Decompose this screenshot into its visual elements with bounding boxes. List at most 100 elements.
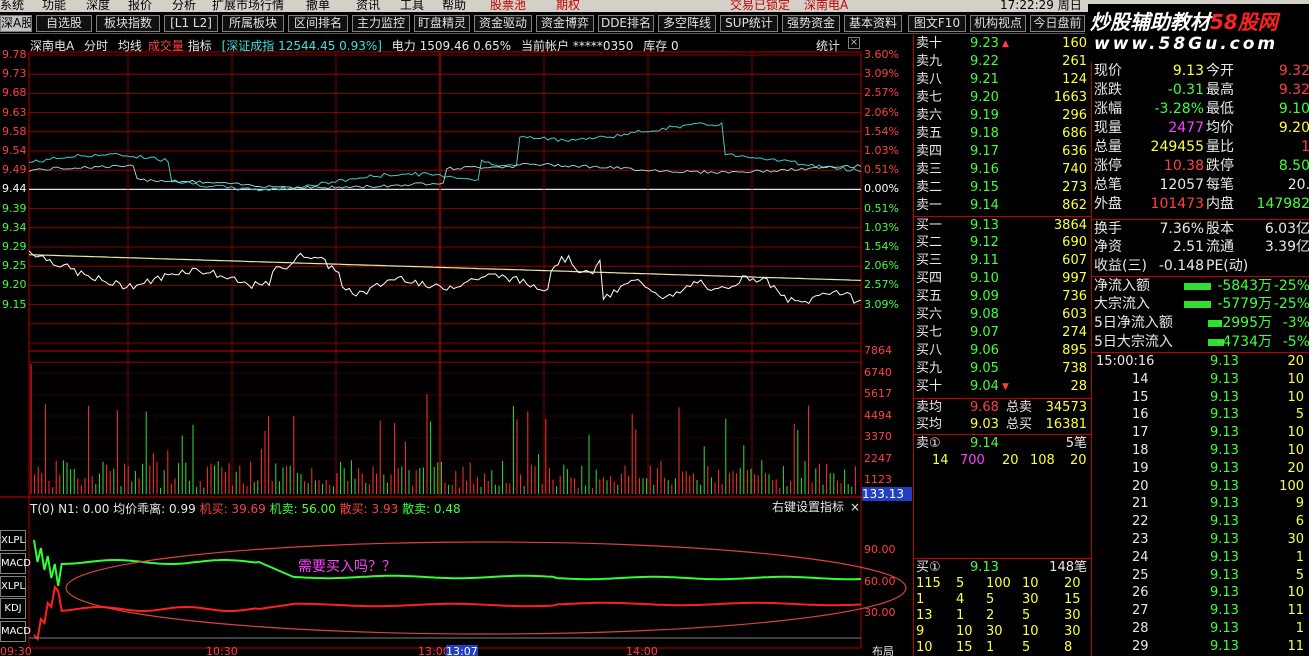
tab-dde-rank[interactable]: DDE排名 (598, 15, 654, 32)
menu-ext-market[interactable]: 扩展市场行情 (212, 0, 284, 12)
tab-long-short[interactable]: 多空阵线 (658, 15, 716, 32)
buy-level-row[interactable]: 买六 9.08 603 (914, 306, 1091, 324)
flow-row: 5日大宗流入 -4734万 -5% (1092, 333, 1309, 352)
info-value-2: 9.32 (1278, 82, 1309, 98)
tab-watchlist[interactable]: 自选股 (36, 15, 92, 32)
buy-level-row[interactable]: 买十 9.04 ▼ 28 (914, 378, 1091, 396)
chart-volume-toggle[interactable]: 成交量 (148, 39, 184, 53)
indicator-tick-label: 30.00 (864, 606, 896, 619)
info-value-2: 9.10 (1278, 101, 1309, 117)
tab-sup-stats[interactable]: SUP统计 (720, 15, 778, 32)
menu-news[interactable]: 资讯 (356, 0, 380, 12)
chart-indicator-toggle[interactable]: 指标 (188, 39, 212, 53)
menu-analysis[interactable]: 分析 (172, 0, 196, 12)
sell-level-row[interactable]: 卖四 9.17 636 (914, 143, 1091, 161)
tab-main-monitor[interactable]: 主力监控 (352, 15, 410, 32)
volume-tick-label: 6740 (864, 365, 892, 379)
chart-sector-info: 电力 1509.46 0.65% (391, 39, 512, 53)
flow-bar (1184, 301, 1211, 308)
chart-avg-toggle[interactable]: 均线 (118, 39, 142, 53)
flow-value: -2995万 (1217, 315, 1272, 331)
info-value: -3.28% (1154, 101, 1204, 117)
ind-button-macd-2[interactable]: MACD (0, 621, 31, 642)
sell-level-row[interactable]: 卖六 9.19 296 (914, 107, 1091, 125)
tab-capital-drive[interactable]: 资金驱动 (474, 15, 532, 32)
buy-level-row[interactable]: 买二 9.12 690 (914, 234, 1091, 252)
sell-level-row[interactable]: 卖九 9.22 261 (914, 53, 1091, 71)
menu-system[interactable]: 系统 (0, 0, 24, 12)
buy-level-row[interactable]: 买八 9.06 895 (914, 342, 1091, 360)
average-price-line (28, 254, 862, 281)
tick-time: 15 (1132, 389, 1149, 405)
menu-depth[interactable]: 深度 (86, 0, 110, 12)
buy1-queue-count: 148笔 (1049, 560, 1087, 575)
tab-strong-capital[interactable]: 强势资金 (782, 15, 840, 32)
info-label: 收益(三) (1094, 258, 1147, 274)
tab-capital-game[interactable]: 资金博弈 (536, 15, 594, 32)
tick-list[interactable]: 15:00:16 9.13 20 14 9.13 10 15 9.13 10 16 9.13 5 17 9… (1091, 352, 1309, 656)
tick-price: 9.13 (1210, 638, 1239, 654)
layout-button[interactable]: 布局 (872, 645, 894, 656)
tab-f10[interactable]: 图文F10 (908, 15, 966, 32)
sell-level-row[interactable]: 卖五 9.18 686 (914, 125, 1091, 143)
site-watermark: 炒股辅助教材58股网 www.58Gu.com (1088, 4, 1309, 54)
tick-volume: 11 (1287, 603, 1304, 619)
menu-stock-pool[interactable]: 股票池 (490, 0, 526, 12)
buy-level-row[interactable]: 买三 9.11 607 (914, 252, 1091, 270)
tab-l1-l2[interactable]: [L1 L2] (164, 15, 218, 32)
info-value: 101473 (1150, 196, 1204, 212)
info-value: 249455 (1150, 139, 1204, 155)
tab-basic-info[interactable]: 基本资料 (844, 15, 902, 32)
buy-level-row[interactable]: 买七 9.07 274 (914, 324, 1091, 342)
menu-help[interactable]: 帮助 (442, 0, 466, 12)
menu-function[interactable]: 功能 (42, 0, 66, 12)
chart-stats-button[interactable]: 统计 (816, 39, 840, 53)
chart-close-icon[interactable]: × (848, 37, 860, 49)
buy1-queue-cell: 5 (1022, 640, 1031, 655)
buy-level-row[interactable]: 买五 9.09 736 (914, 288, 1091, 306)
chart-mode[interactable]: 分时 (84, 39, 108, 53)
sell-level-price: 9.22 (970, 54, 999, 69)
sell-level-volume: 296 (1062, 108, 1087, 123)
ind-button-xlpl-2[interactable]: XLPL (0, 576, 26, 597)
buy-level-row[interactable]: 买一 9.13 3864 (914, 216, 1091, 234)
menu-tools[interactable]: 工具 (400, 0, 424, 12)
tab-sector-index[interactable]: 板块指数 (96, 15, 160, 32)
sell-level-row[interactable]: 卖一 9.14 862 (914, 197, 1091, 215)
ind-button-kdj[interactable]: KDJ (0, 598, 26, 619)
flow-label: 5日净流入额 (1094, 315, 1173, 331)
tab-institution-view[interactable]: 机构视点 (970, 15, 1026, 32)
ind-button-macd-1[interactable]: MACD (0, 553, 31, 574)
tick-price: 9.13 (1210, 407, 1239, 423)
chart-canvas[interactable] (0, 35, 912, 656)
menu-quote[interactable]: 报价 (128, 0, 152, 12)
buy-level-price: 9.10 (970, 271, 999, 286)
sell-level-row[interactable]: 卖七 9.20 1663 (914, 89, 1091, 107)
tab-watch-elf[interactable]: 盯盘精灵 (414, 15, 470, 32)
sell-level-label: 卖三 (916, 162, 943, 177)
total-buy-value: 16381 (1045, 417, 1087, 432)
info-value: 9.13 (1172, 63, 1204, 79)
intraday-chart[interactable]: 深南电A 分时 均线 成交量 指标 [深证成指 12544.45 0.93%] 电… (0, 35, 912, 656)
sell-level-row[interactable]: 卖三 9.16 740 (914, 161, 1091, 179)
tick-time: 19 (1132, 460, 1149, 476)
tab-range-rank[interactable]: 区间排名 (288, 15, 348, 32)
tab-sz-a[interactable]: 深A股 (0, 15, 32, 32)
indicator-close-icon[interactable]: × (850, 500, 860, 514)
sell-level-row[interactable]: 卖二 9.15 273 (914, 179, 1091, 197)
buy-level-row[interactable]: 买四 9.10 997 (914, 270, 1091, 288)
buy-level-row[interactable]: 买九 9.05 738 (914, 360, 1091, 378)
info-value-2: 8.50 (1278, 158, 1309, 174)
ind-button-xlpl-1[interactable]: XLPL (0, 530, 26, 551)
tick-price: 9.13 (1210, 354, 1239, 369)
indicator-settings-hint[interactable]: 右键设置指标 (772, 500, 844, 514)
menu-options[interactable]: 期权 (556, 0, 580, 12)
price-tick-label: 9.54 (2, 144, 27, 157)
info-value: -0.148 (1158, 258, 1204, 274)
menu-cancel[interactable]: 撤单 (306, 0, 330, 12)
tab-premarket[interactable]: 今日盘前 (1030, 15, 1085, 32)
sell-level-row[interactable]: 卖十 9.23 ▲ 160 (914, 35, 1091, 53)
tab-belongs-sector[interactable]: 所属板块 (222, 15, 284, 32)
watermark-title-b: 58股网 (1210, 10, 1278, 34)
sell-level-row[interactable]: 卖八 9.21 124 (914, 71, 1091, 89)
